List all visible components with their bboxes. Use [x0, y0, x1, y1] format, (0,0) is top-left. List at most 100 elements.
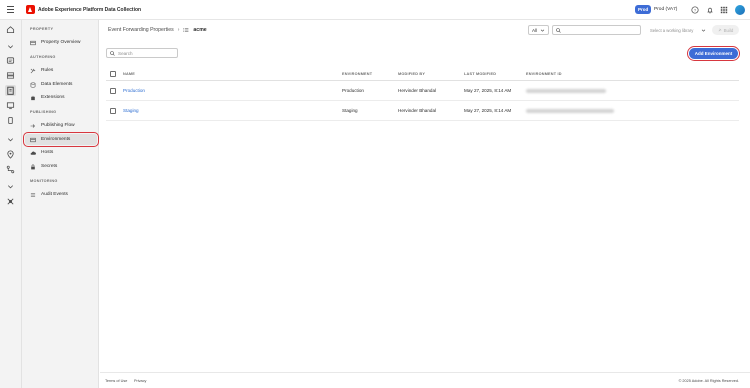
- adobe-logo: [26, 5, 35, 14]
- svg-text:?: ?: [694, 8, 697, 13]
- help-icon[interactable]: ?: [691, 6, 699, 14]
- breadcrumb: Event Forwarding Properties › acme: [108, 27, 207, 33]
- app-title: Adobe Experience Platform Data Collectio…: [38, 7, 142, 13]
- filter-select[interactable]: All: [528, 25, 549, 35]
- breadcrumb-current: acme: [193, 27, 207, 33]
- modified-by: Hervinder Bhandal: [398, 88, 437, 93]
- rules-icon: [30, 68, 36, 73]
- sidebar-item-data-elements[interactable]: Data Elements: [25, 79, 97, 90]
- sidebar-item-label: Property Overview: [41, 40, 81, 45]
- environment-id-redacted: [526, 89, 606, 93]
- environments-table: NAME ENVIRONMENT MODIFIED BY LAST MODIFI…: [106, 67, 739, 121]
- column-header-name[interactable]: NAME: [123, 72, 135, 76]
- data-elements-icon: [30, 81, 36, 88]
- copyright-text: © 2025 Adobe. All Rights Reserved.: [678, 379, 739, 383]
- mobile-icon[interactable]: [6, 116, 15, 125]
- add-environment-button[interactable]: Add Environment: [686, 45, 741, 62]
- hammer-icon: [718, 28, 721, 32]
- chevron-down-icon[interactable]: [6, 182, 15, 191]
- left-rail: [0, 20, 22, 388]
- environment-type: Production: [342, 88, 364, 93]
- working-library-placeholder: Select a working library: [650, 27, 694, 33]
- server-icon[interactable]: [6, 71, 15, 80]
- publishing-flow-icon: [30, 123, 35, 128]
- environment-search-field[interactable]: [106, 48, 178, 58]
- audit-icon: [30, 192, 36, 197]
- sidebar-item-publishing-flow[interactable]: Publishing Flow: [25, 120, 97, 131]
- sidebar-item-label: Secrets: [41, 164, 58, 169]
- sidebar-item-environments[interactable]: Environments: [23, 132, 99, 147]
- chevron-down-icon: [701, 29, 706, 32]
- section-label-publishing: PUBLISHING: [30, 110, 57, 114]
- environment-search-input[interactable]: [118, 50, 176, 56]
- row-checkbox[interactable]: [110, 88, 116, 94]
- hamburger-menu-icon[interactable]: [7, 6, 14, 13]
- sidebar-item-hosts[interactable]: Hosts: [25, 147, 97, 158]
- column-header-last-modified[interactable]: LAST MODIFIED: [464, 72, 496, 76]
- last-modified: May 27, 2025, 8:14 AM: [464, 108, 512, 113]
- tags-icon[interactable]: [6, 56, 15, 65]
- monitor-icon[interactable]: [6, 101, 15, 110]
- extensions-icon: [31, 95, 35, 100]
- filter-select-value: All: [532, 27, 538, 33]
- apps-grid-icon[interactable]: [720, 6, 728, 14]
- sidebar-item-extensions[interactable]: Extensions: [25, 92, 97, 103]
- build-button-label: Build: [723, 27, 734, 33]
- column-header-environment-id[interactable]: ENVIRONMENT ID: [526, 72, 562, 76]
- sidebar-item-audit-events[interactable]: Audit Events: [25, 189, 97, 200]
- environment-type: Staging: [342, 108, 358, 113]
- build-button[interactable]: Build: [712, 25, 739, 35]
- sidebar-item-label: Publishing Flow: [41, 123, 75, 128]
- sidebar-item-label: Audit Events: [41, 192, 68, 197]
- sidebar-item-label: Rules: [41, 68, 54, 73]
- environment-name-link[interactable]: Production: [123, 88, 145, 93]
- top-bar: Adobe Experience Platform Data Collectio…: [0, 0, 750, 20]
- environment-id-redacted: [526, 109, 614, 113]
- environments-icon: [30, 137, 36, 142]
- org-switcher[interactable]: Prod (VA7): [654, 7, 677, 12]
- section-label-authoring: AUTHORING: [30, 55, 56, 59]
- breadcrumb-separator: ›: [177, 27, 180, 33]
- last-modified: May 27, 2025, 8:14 AM: [464, 88, 512, 93]
- section-label-property: PROPERTY: [30, 27, 54, 31]
- integrations-icon[interactable]: [6, 197, 15, 206]
- sidebar-item-secrets[interactable]: Secrets: [25, 161, 97, 172]
- privacy-link[interactable]: Privacy: [134, 379, 146, 383]
- column-header-modified-by[interactable]: MODIFIED BY: [398, 72, 425, 76]
- footer: Terms of Use Privacy © 2025 Adobe. All R…: [100, 372, 750, 388]
- table-header: NAME ENVIRONMENT MODIFIED BY LAST MODIFI…: [106, 67, 739, 81]
- section-label-monitoring: MONITORING: [30, 179, 58, 183]
- environment-badge: Prod: [635, 5, 652, 14]
- terms-of-use-link[interactable]: Terms of Use: [105, 379, 127, 383]
- notifications-bell-icon[interactable]: [706, 6, 714, 14]
- user-avatar[interactable]: [735, 5, 745, 15]
- top-search-input[interactable]: [552, 25, 641, 35]
- event-forwarding-icon[interactable]: [5, 85, 16, 96]
- table-row: Staging Staging Hervinder Bhandal May 27…: [106, 101, 739, 121]
- column-header-environment[interactable]: ENVIRONMENT: [342, 72, 372, 76]
- breadcrumb-parent-link[interactable]: Event Forwarding Properties: [108, 27, 174, 33]
- search-icon: [110, 50, 115, 56]
- property-icon: [30, 40, 36, 45]
- table-row: Production Production Hervinder Bhandal …: [106, 81, 739, 101]
- environment-name-link[interactable]: Staging: [123, 108, 139, 113]
- home-icon[interactable]: [6, 25, 15, 34]
- search-icon: [556, 27, 561, 33]
- flow-icon[interactable]: [6, 165, 15, 174]
- sidebar-item-label: Environments: [41, 137, 71, 142]
- sidebar-item-label: Extensions: [41, 95, 65, 100]
- hosts-icon: [30, 151, 36, 155]
- sidebar-item-rules[interactable]: Rules: [25, 65, 97, 76]
- property-sidebar: PROPERTY Property Overview AUTHORING Rul…: [22, 20, 99, 388]
- modified-by: Hervinder Bhandal: [398, 108, 437, 113]
- lock-icon: [31, 163, 35, 169]
- sidebar-item-label: Hosts: [41, 150, 54, 155]
- chevron-down-icon[interactable]: [6, 135, 15, 144]
- location-pin-icon[interactable]: [6, 150, 15, 159]
- sidebar-item-property-overview[interactable]: Property Overview: [25, 37, 97, 48]
- working-library-select[interactable]: Select a working library: [647, 25, 709, 35]
- select-all-checkbox[interactable]: [110, 71, 116, 77]
- row-checkbox[interactable]: [110, 108, 116, 114]
- sidebar-item-label: Data Elements: [41, 82, 73, 87]
- chevron-down-icon[interactable]: [6, 42, 15, 51]
